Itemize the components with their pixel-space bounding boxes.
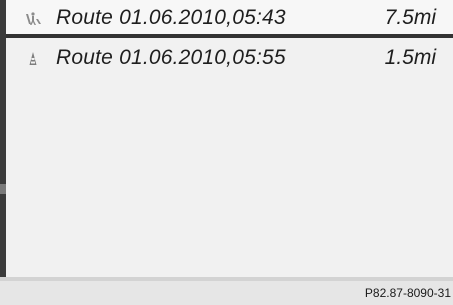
- screen-bottom-edge: [0, 277, 453, 281]
- route-list: Route 01.06.2010,05:43 7.5mi Route 01.06…: [6, 0, 453, 79]
- route-list-screen: Route 01.06.2010,05:43 7.5mi Route 01.06…: [0, 0, 453, 281]
- route-distance: 7.5mi: [384, 6, 436, 29]
- pedestrian-route-icon: [26, 12, 41, 25]
- route-distance: 1.5mi: [384, 46, 436, 69]
- route-name: Route 01.06.2010,05:43: [56, 6, 286, 29]
- scroll-bar-marker: [0, 184, 6, 194]
- vehicle-route-icon: [29, 52, 37, 65]
- route-list-item[interactable]: Route 01.06.2010,05:55 1.5mi: [6, 42, 453, 79]
- figure-reference: P82.87-8090-31: [364, 286, 451, 300]
- route-name: Route 01.06.2010,05:55: [56, 46, 286, 69]
- route-list-item[interactable]: Route 01.06.2010,05:43 7.5mi: [6, 0, 453, 38]
